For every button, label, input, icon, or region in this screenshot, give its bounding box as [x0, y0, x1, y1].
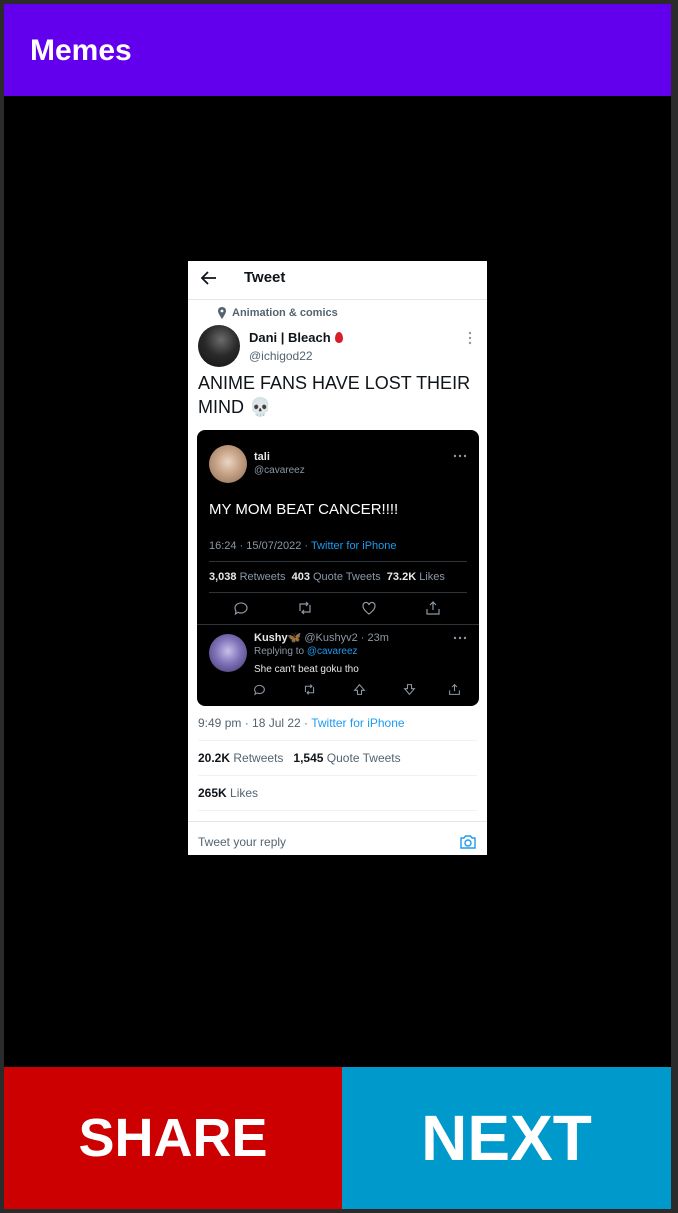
upvote-icon	[353, 683, 366, 695]
quoted-author-name: tali	[254, 451, 270, 463]
retweets-count: 20.2K	[198, 751, 231, 765]
pin-icon	[218, 307, 226, 319]
reply-author-name: Kushy🦋	[254, 632, 302, 644]
reply-bar: Tweet your reply	[188, 821, 487, 855]
quoted-author-avatar	[209, 445, 247, 483]
more-horizontal-icon	[453, 636, 467, 640]
quoted-tweet-timestamp: 16:24 · 15/07/2022 · Twitter for iPhone	[209, 540, 397, 552]
reply-icon	[234, 602, 248, 616]
quoted-retweets-count: 3,038	[209, 571, 237, 583]
app-screen: Memes Tweet Animation & comics Dani | Bl…	[4, 4, 671, 1209]
replying-to: Replying to @cavareez	[254, 646, 358, 657]
divider	[209, 592, 467, 593]
likes-count: 265K	[198, 786, 227, 800]
divider	[198, 775, 477, 776]
topic-text: Animation & comics	[232, 307, 338, 319]
likes-label: Likes	[230, 786, 259, 800]
author-name: Dani | Bleach	[249, 330, 343, 345]
share-icon	[449, 683, 460, 695]
app-bar: Memes	[4, 4, 671, 96]
quoted-quotes-count: 403	[291, 571, 310, 583]
more-horizontal-icon	[453, 454, 467, 458]
blood-drop-icon	[334, 332, 343, 343]
quoted-likes-label: Likes	[419, 571, 445, 583]
retweet-icon	[299, 601, 311, 615]
divider	[198, 740, 477, 741]
quoted-likes-count: 73.2K	[386, 571, 417, 583]
quoted-source: Twitter for iPhone	[310, 540, 397, 552]
reply-author-meta: @Kushyv2 · 23m	[304, 632, 389, 644]
reply-author: Kushy🦋 @Kushyv2 · 23m	[254, 631, 389, 644]
quoted-tweet-text: MY MOM BEAT CANCER!!!!	[209, 501, 399, 518]
tweet-source: Twitter for iPhone	[311, 716, 405, 730]
downvote-icon	[403, 684, 416, 696]
reply-icon	[254, 684, 265, 696]
tweet-header-title: Tweet	[244, 269, 286, 286]
app-title: Memes	[30, 34, 132, 67]
more-vertical-icon	[468, 331, 472, 345]
quoted-quotes-label: Quote Tweets	[313, 571, 381, 583]
topic-label: Animation & comics	[218, 307, 338, 319]
divider	[198, 810, 477, 811]
meme-image: Tweet Animation & comics Dani | Bleach @…	[188, 261, 487, 855]
reply-placeholder: Tweet your reply	[198, 835, 287, 849]
tweet-text: ANIME FANS HAVE LOST THEIR MIND 💀	[198, 373, 471, 417]
tweet-header: Tweet	[188, 261, 487, 300]
divider	[197, 624, 479, 625]
retweet-icon	[304, 684, 315, 695]
retweets-label: Retweets	[233, 751, 284, 765]
quoted-time: 16:24 · 15/07/2022 ·	[209, 540, 311, 552]
quoted-author-handle: @cavareez	[254, 465, 305, 476]
share-button[interactable]: SHARE	[4, 1067, 342, 1209]
author-avatar	[198, 325, 240, 367]
divider	[209, 561, 467, 562]
replying-label: Replying to	[254, 646, 307, 657]
quotes-label: Quote Tweets	[326, 751, 401, 765]
tweet-likes: 265K Likes	[198, 786, 258, 800]
share-icon	[426, 601, 440, 615]
quoted-tweet-screenshot: tali @cavareez MY MOM BEAT CANCER!!!! 16…	[197, 430, 479, 706]
tweet-timestamp: 9:49 pm · 18 Jul 22 · Twitter for iPhone	[198, 716, 405, 730]
quoted-tweet-stats: 3,038 Retweets 403 Quote Tweets 73.2K Li…	[209, 571, 445, 583]
heart-icon	[362, 601, 376, 615]
quotes-count: 1,545	[293, 751, 324, 765]
author-name-text: Dani | Bleach	[249, 330, 331, 345]
next-button[interactable]: NEXT	[342, 1067, 671, 1209]
camera-icon	[460, 835, 476, 849]
back-arrow-icon	[200, 271, 216, 285]
tweet-time: 9:49 pm · 18 Jul 22 ·	[198, 716, 312, 730]
tweet-stats: 20.2K Retweets 1,545 Quote Tweets	[198, 751, 401, 765]
reply-text: She can't beat goku tho	[254, 664, 359, 675]
author-handle: @ichigod22	[249, 349, 313, 363]
replying-handle: @cavareez	[306, 646, 358, 657]
quoted-retweets-label: Retweets	[239, 571, 286, 583]
reply-author-avatar	[209, 634, 247, 672]
